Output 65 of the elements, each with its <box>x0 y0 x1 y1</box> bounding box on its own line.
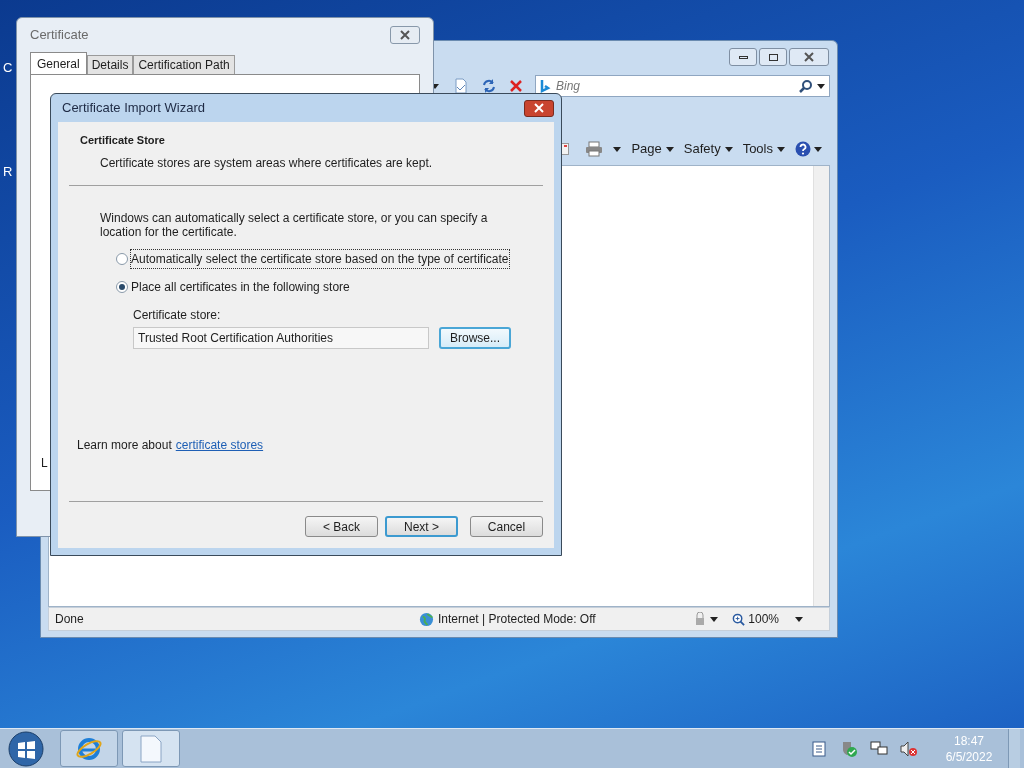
network-icon[interactable] <box>870 740 888 757</box>
tab[interactable]: General <box>30 52 87 74</box>
close-button[interactable] <box>789 48 829 66</box>
security-zone-text: Internet | Protected Mode: Off <box>438 611 596 628</box>
dialog-button[interactable]: Next > <box>385 516 458 537</box>
window-title: Certificate Import Wizard <box>62 99 206 118</box>
maximize-button[interactable] <box>759 48 787 66</box>
page-subheading: Certificate stores are system areas where certificates are kept. <box>99 154 434 172</box>
page-icon[interactable] <box>453 78 469 94</box>
dropdown-caret-icon <box>613 146 622 152</box>
close-icon <box>533 103 545 113</box>
tab[interactable]: Details <box>86 55 134 74</box>
browse-button[interactable]: Browse... <box>439 326 511 349</box>
certificate-store-field[interactable]: Trusted Root Certification Authorities <box>133 326 429 349</box>
page-heading: Certificate Store <box>80 133 166 148</box>
dialog-button[interactable]: < Back <box>305 516 378 537</box>
taskbar-button[interactable] <box>122 730 180 767</box>
radio-button[interactable] <box>116 252 128 265</box>
intro-text: Windows can automatically select a certificate store, or you can specify a location for the certificate. <box>100 210 489 239</box>
dropdown-caret-icon <box>814 146 822 152</box>
help-icon[interactable] <box>795 141 811 157</box>
window-title: Certificate <box>30 26 89 45</box>
radio-option[interactable]: Automatically select the certificate store based on the type of certificate <box>116 249 529 268</box>
desktop-icon-label[interactable]: C <box>3 58 13 78</box>
refresh-icon[interactable] <box>481 78 497 94</box>
certificate-stores-link[interactable]: certificate stores <box>175 436 264 454</box>
status-text: Done <box>55 611 85 628</box>
printer-icon[interactable] <box>585 141 604 157</box>
desktop-icon-label[interactable]: R <box>3 162 13 182</box>
radio-button[interactable] <box>116 280 128 293</box>
close-button[interactable] <box>524 99 554 117</box>
stop-icon[interactable] <box>509 79 523 93</box>
dialog-button[interactable]: Cancel <box>470 516 543 537</box>
dropdown-caret-icon <box>724 146 733 152</box>
radio-option[interactable]: Place all certificates in the following store <box>116 277 529 296</box>
close-button[interactable] <box>390 26 420 44</box>
blank-document-icon <box>140 734 162 763</box>
search-box[interactable]: Bing <box>535 75 830 97</box>
dropdown-caret-icon <box>777 146 785 152</box>
dropdown-caret-icon <box>710 616 719 622</box>
command-menu[interactable]: Tools <box>742 139 785 159</box>
globe-icon <box>419 611 434 627</box>
taskbar-button[interactable] <box>60 730 118 767</box>
command-menu[interactable]: Page <box>631 139 674 159</box>
close-icon <box>399 30 411 40</box>
minimize-button[interactable] <box>729 48 757 66</box>
windows-logo-icon <box>8 730 44 767</box>
learn-more-text: Learn more about <box>77 437 172 454</box>
close-icon <box>803 52 815 62</box>
document-tray-icon[interactable] <box>812 740 826 757</box>
search-engine-icon <box>540 79 552 93</box>
dropdown-caret-icon <box>817 83 825 89</box>
muted-speaker-icon[interactable] <box>900 740 918 757</box>
scrollbar[interactable] <box>813 166 829 606</box>
dropdown-caret-icon <box>795 616 803 622</box>
tab[interactable]: Certification Path <box>133 55 235 74</box>
panel-text: L <box>41 455 49 472</box>
zoom-level[interactable]: 100% <box>748 610 779 628</box>
dropdown-caret-icon <box>665 146 674 152</box>
field-label: Certificate store: <box>133 306 222 324</box>
command-menu[interactable]: Safety <box>683 139 733 159</box>
shield-check-icon[interactable] <box>840 739 858 758</box>
search-icon[interactable] <box>799 79 813 93</box>
search-field[interactable]: Bing <box>556 77 795 95</box>
zoom-icon[interactable] <box>732 612 746 626</box>
